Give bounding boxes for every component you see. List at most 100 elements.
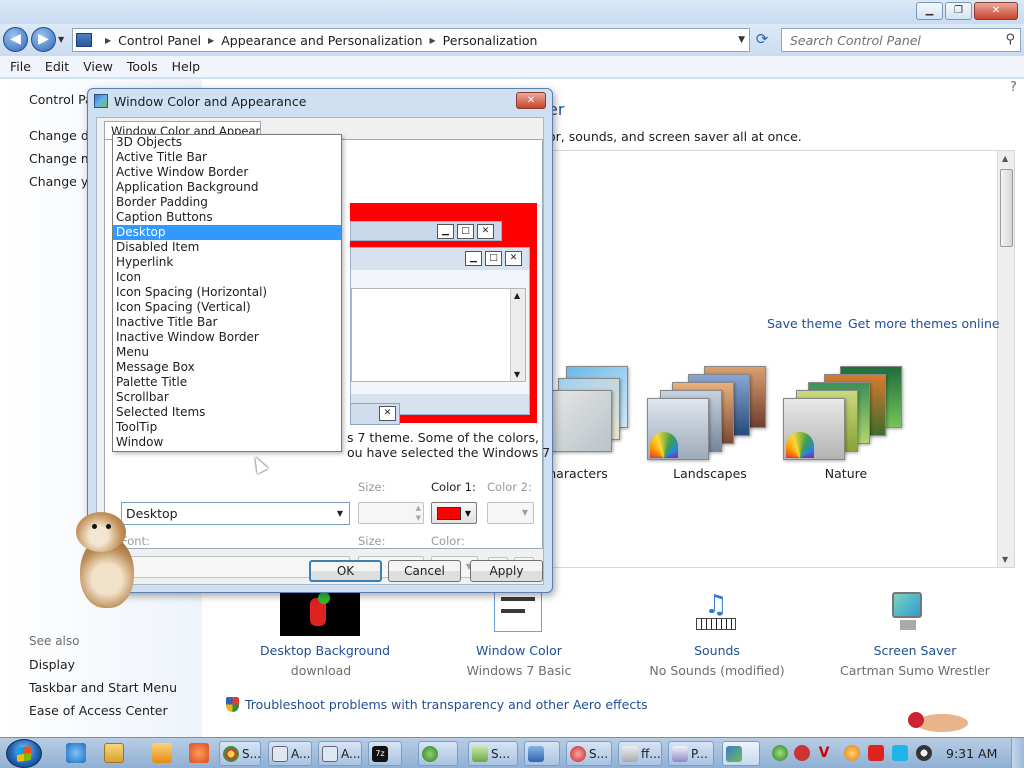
- item-option[interactable]: Inactive Title Bar: [113, 315, 341, 330]
- taskbar-item-personalization[interactable]: [722, 741, 760, 766]
- item-option[interactable]: Window: [113, 435, 341, 450]
- tray-network-icon[interactable]: [772, 745, 788, 761]
- preview-active-window[interactable]: ▁ □ ✕ ▲ ▼: [350, 247, 530, 415]
- back-button[interactable]: ◀: [3, 27, 28, 52]
- taskbar-item-2[interactable]: A...: [268, 741, 312, 766]
- search-icon[interactable]: ⚲: [1005, 32, 1015, 47]
- task-link-3[interactable]: Change yo: [29, 174, 96, 189]
- item-option[interactable]: Palette Title: [113, 375, 341, 390]
- item-dropdown-list[interactable]: 3D Objects Active Title Bar Active Window …: [112, 134, 342, 452]
- menu-file[interactable]: File: [3, 59, 38, 74]
- minimize-button[interactable]: ▁: [916, 2, 943, 20]
- item-option[interactable]: ToolTip: [113, 420, 341, 435]
- taskbar-item-7zip[interactable]: 7z: [368, 741, 402, 766]
- display-link[interactable]: Display: [29, 657, 75, 672]
- taskbar-item-7[interactable]: P...: [668, 741, 714, 766]
- preview-scrollbar[interactable]: ▲ ▼: [510, 289, 525, 381]
- item-option[interactable]: 3D Objects: [113, 135, 341, 150]
- item-option[interactable]: Scrollbar: [113, 390, 341, 405]
- taskbar-item-3[interactable]: A...: [318, 741, 362, 766]
- screen-saver-link[interactable]: Screen Saver: [854, 643, 976, 658]
- menu-view[interactable]: View: [76, 59, 120, 74]
- screen-saver-icon[interactable]: [888, 590, 932, 636]
- tray-volume-icon[interactable]: [916, 745, 932, 761]
- item-option[interactable]: Application Background: [113, 180, 341, 195]
- start-button[interactable]: [6, 739, 42, 768]
- taskbar-item-globe[interactable]: [418, 741, 458, 766]
- taskbar-clock[interactable]: 9:31 AM: [946, 746, 997, 761]
- item-option[interactable]: Menu: [113, 345, 341, 360]
- dialog-titlebar[interactable]: Window Color and Appearance ✕: [88, 89, 552, 113]
- taskbar-item-1[interactable]: S...: [219, 741, 261, 766]
- scroll-up-icon[interactable]: ▲: [1002, 154, 1008, 163]
- tray-display-icon[interactable]: [892, 745, 908, 761]
- tray-search-icon[interactable]: [844, 745, 860, 761]
- show-desktop-button[interactable]: [1011, 738, 1024, 768]
- color1-picker[interactable]: ▼: [431, 502, 477, 524]
- internet-explorer-icon[interactable]: [66, 743, 86, 763]
- theme-nature[interactable]: [782, 366, 902, 462]
- chevron-right-icon[interactable]: ▶: [430, 36, 436, 45]
- color2-picker[interactable]: ▼: [487, 502, 534, 524]
- tray-flag-icon[interactable]: [868, 745, 884, 761]
- theme-list-scrollbar[interactable]: ▲ ▼: [997, 151, 1014, 567]
- spin-up-icon[interactable]: ▲: [416, 504, 421, 512]
- tray-app-icon[interactable]: [794, 745, 810, 761]
- item-option[interactable]: Icon Spacing (Horizontal): [113, 285, 341, 300]
- scroll-down-icon[interactable]: ▼: [1002, 555, 1008, 564]
- taskbar-start-menu-link[interactable]: Taskbar and Start Menu: [29, 680, 177, 695]
- item-option[interactable]: Active Window Border: [113, 165, 341, 180]
- refresh-icon[interactable]: ⟳: [752, 30, 772, 50]
- menu-tools[interactable]: Tools: [120, 59, 165, 74]
- save-theme-link[interactable]: Save theme: [767, 316, 842, 331]
- desktop-background-icon[interactable]: [280, 590, 360, 636]
- breadcrumb-control-panel[interactable]: Control Panel: [118, 33, 201, 48]
- item-option[interactable]: Disabled Item: [113, 240, 341, 255]
- item-option[interactable]: Message Box: [113, 360, 341, 375]
- search-input[interactable]: Search Control Panel ⚲: [781, 28, 1021, 52]
- item-option[interactable]: Icon: [113, 270, 341, 285]
- explorer-icon[interactable]: [104, 743, 124, 763]
- window-color-icon[interactable]: [494, 590, 542, 632]
- item-option[interactable]: Active Title Bar: [113, 150, 341, 165]
- breadcrumb-appearance[interactable]: Appearance and Personalization: [221, 33, 422, 48]
- ease-of-access-link[interactable]: Ease of Access Center: [29, 703, 168, 718]
- taskbar-item-messenger[interactable]: [524, 741, 560, 766]
- taskbar-item-6[interactable]: ff...: [618, 741, 662, 766]
- menu-edit[interactable]: Edit: [38, 59, 76, 74]
- chevron-right-icon[interactable]: ▶: [105, 36, 111, 45]
- troubleshoot-link[interactable]: Troubleshoot problems with transparency …: [245, 697, 648, 712]
- chevron-right-icon[interactable]: ▶: [208, 36, 214, 45]
- item-select[interactable]: Desktop ▼: [121, 502, 350, 525]
- close-button[interactable]: ✕: [974, 2, 1018, 20]
- appearance-preview[interactable]: ▁ □ ✕ ▁ □ ✕ ▲ ▼: [350, 203, 537, 423]
- item-option[interactable]: Caption Buttons: [113, 210, 341, 225]
- spin-down-icon[interactable]: ▼: [416, 514, 421, 522]
- item-option[interactable]: Inactive Window Border: [113, 330, 341, 345]
- sounds-link[interactable]: Sounds: [656, 643, 778, 658]
- window-color-link[interactable]: Window Color: [458, 643, 580, 658]
- ok-button[interactable]: OK: [309, 560, 382, 582]
- item-option[interactable]: Border Padding: [113, 195, 341, 210]
- theme-landscapes[interactable]: [646, 366, 766, 462]
- chevron-down-icon[interactable]: ▼: [337, 509, 343, 518]
- help-icon[interactable]: ?: [1010, 80, 1017, 95]
- sounds-icon[interactable]: ♫: [693, 590, 739, 636]
- item-option[interactable]: Icon Spacing (Vertical): [113, 300, 341, 315]
- taskbar-item-5[interactable]: S...: [566, 741, 612, 766]
- apply-button[interactable]: Apply: [470, 560, 543, 582]
- forward-button[interactable]: ▶: [31, 27, 56, 52]
- preview-message-box[interactable]: ✕: [350, 403, 400, 425]
- preview-inactive-window[interactable]: ▁ □ ✕: [350, 221, 502, 241]
- restore-button[interactable]: ❐: [945, 2, 972, 20]
- get-more-themes-link[interactable]: Get more themes online: [848, 316, 1000, 331]
- address-dropdown-icon[interactable]: ▼: [738, 35, 745, 45]
- tray-antivirus-icon[interactable]: V: [816, 745, 832, 761]
- item-option[interactable]: Desktop: [113, 225, 341, 240]
- taskbar-item-4[interactable]: S...: [468, 741, 518, 766]
- breadcrumb-personalization[interactable]: Personalization: [443, 33, 538, 48]
- media-player-icon[interactable]: [152, 743, 172, 763]
- desktop-background-link[interactable]: Desktop Background: [260, 643, 390, 658]
- scroll-thumb[interactable]: [1000, 169, 1013, 247]
- menu-help[interactable]: Help: [165, 59, 208, 74]
